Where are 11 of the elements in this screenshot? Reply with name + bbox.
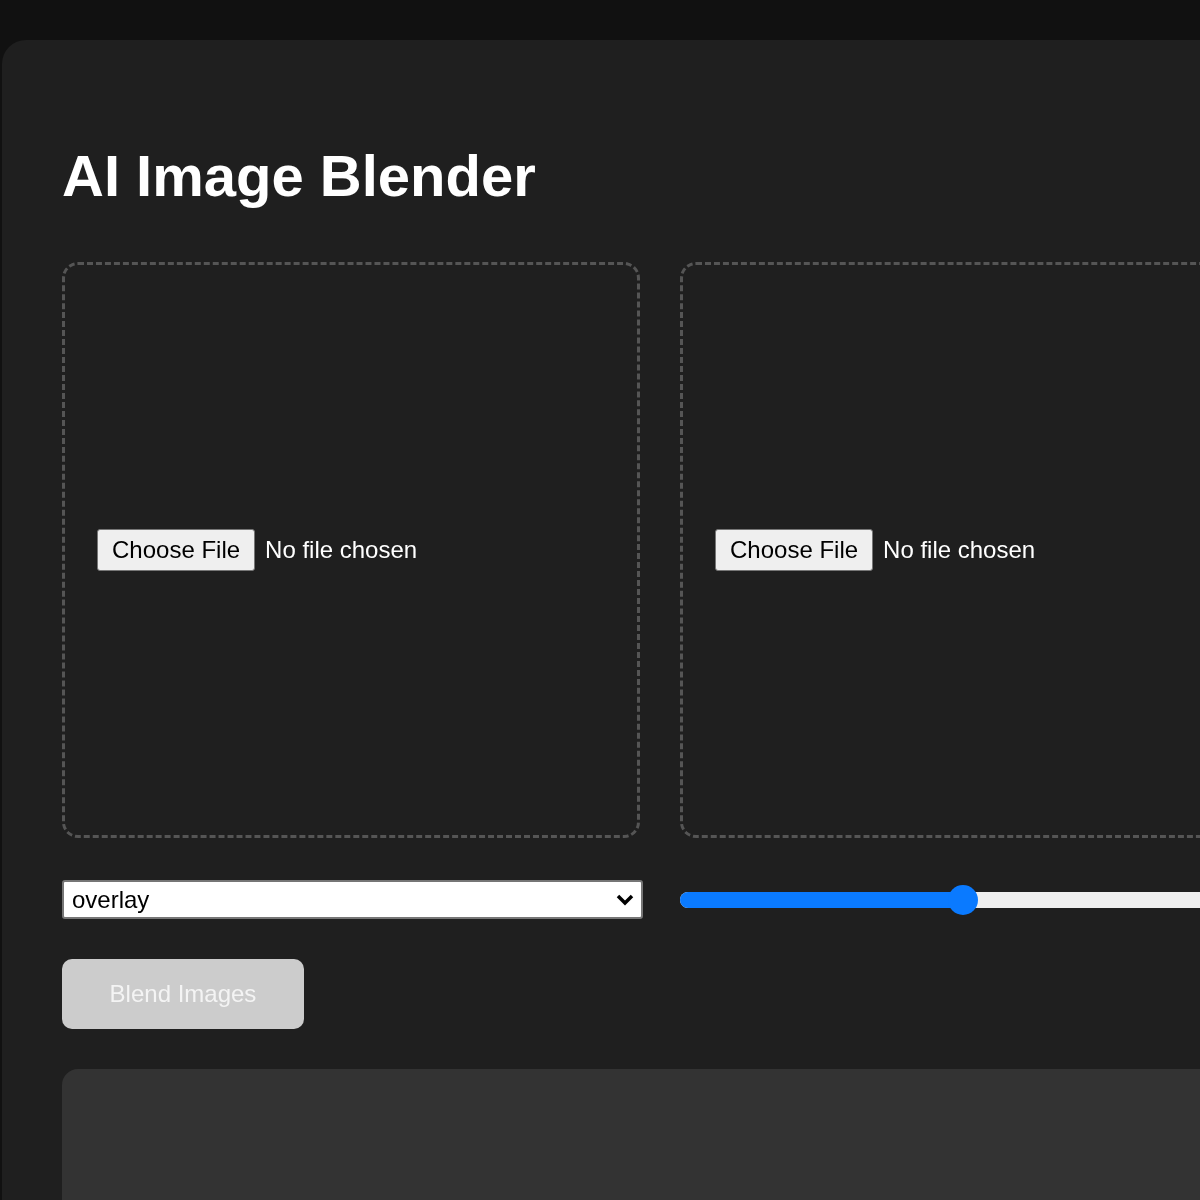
choose-file-button[interactable]: Choose File (715, 529, 874, 571)
file-status: No file chosen (265, 536, 418, 564)
choose-file-button[interactable]: Choose File (97, 529, 256, 571)
blend-mode-select[interactable]: overlay (62, 880, 643, 919)
file-status: No file chosen (883, 536, 1036, 564)
drop-zone[interactable]: Choose File No file chosen (680, 262, 1200, 838)
drop-zone[interactable]: Choose File No file chosen (62, 262, 640, 838)
opacity-slider[interactable] (680, 884, 1200, 915)
chevron-down-icon (615, 892, 635, 907)
app-title: AI Image Blender (62, 142, 536, 210)
slider-thumb[interactable] (948, 884, 979, 915)
